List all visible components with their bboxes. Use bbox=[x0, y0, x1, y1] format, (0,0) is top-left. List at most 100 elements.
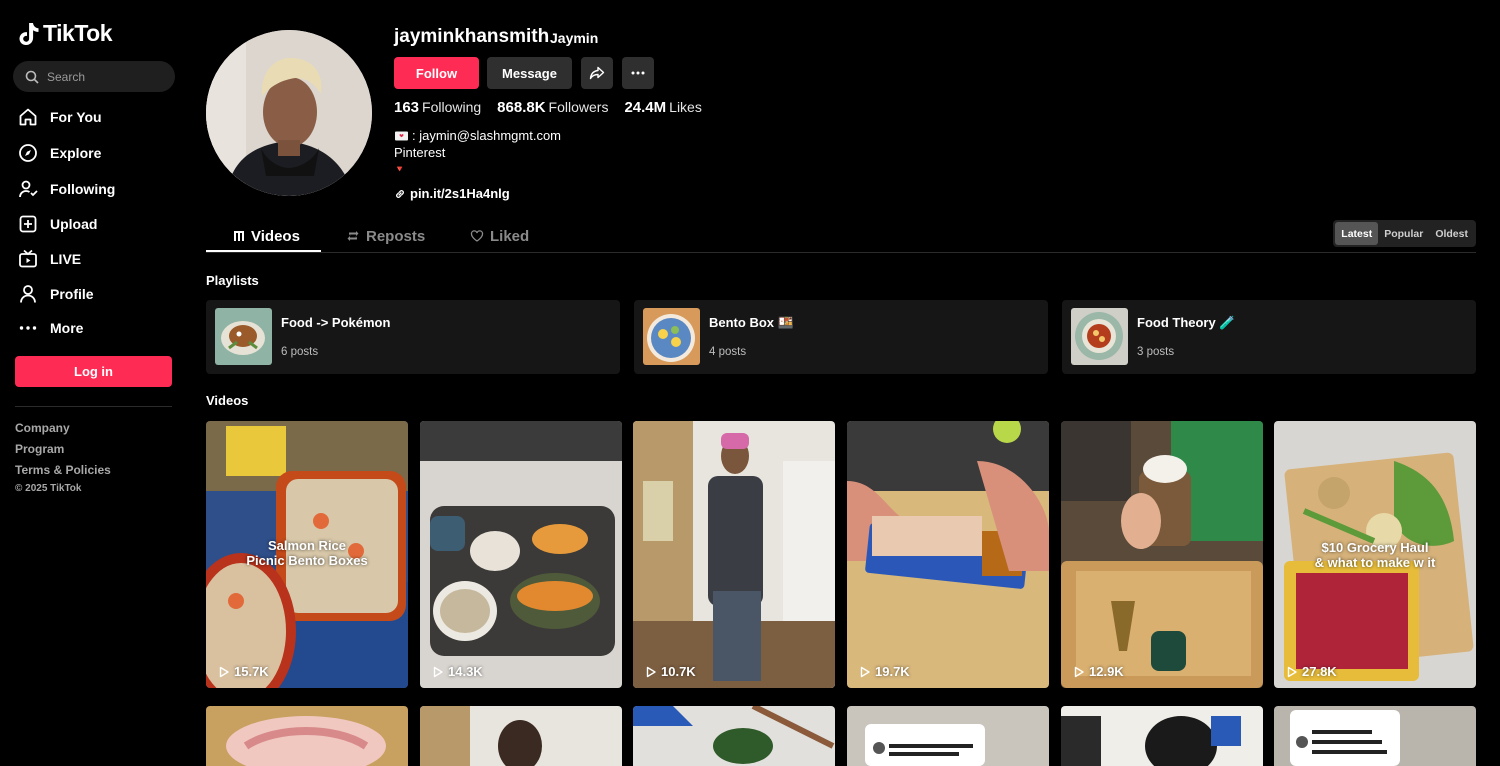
footer-link-company[interactable]: Company bbox=[15, 421, 111, 442]
video-card[interactable] bbox=[847, 706, 1049, 766]
tab-label: Liked bbox=[490, 227, 530, 245]
sidebar-item-more[interactable]: More bbox=[18, 315, 178, 341]
dots-icon bbox=[19, 326, 37, 330]
caption-line: $10 Grocery Haul bbox=[1321, 540, 1429, 555]
login-button[interactable]: Log in bbox=[15, 356, 172, 387]
user-follow-icon bbox=[19, 180, 38, 198]
view-count: 27.8K bbox=[1286, 664, 1337, 679]
message-button[interactable]: Message bbox=[487, 57, 572, 89]
video-thumbnail bbox=[847, 706, 1049, 766]
playlist-thumbnail bbox=[215, 308, 272, 365]
profile-bio: : jaymin@slashmgmt.com Pinterest 🔻 bbox=[394, 127, 561, 178]
video-card[interactable] bbox=[1061, 706, 1263, 766]
view-count: 10.7K bbox=[645, 664, 696, 679]
followers-count: 868.8K bbox=[497, 99, 546, 116]
tab-videos[interactable]: Videos bbox=[233, 220, 300, 252]
profile-link[interactable]: pin.it/2s1Ha4nlg bbox=[394, 186, 510, 201]
playlist-count: 3 posts bbox=[1137, 346, 1175, 358]
search-input[interactable] bbox=[47, 69, 157, 84]
search-icon bbox=[25, 70, 39, 84]
more-options-button[interactable] bbox=[622, 57, 654, 89]
love-letter-icon bbox=[395, 131, 408, 140]
search-box[interactable] bbox=[13, 61, 175, 92]
sort-latest[interactable]: Latest bbox=[1335, 222, 1379, 245]
footer-link-terms[interactable]: Terms & Policies bbox=[15, 463, 111, 484]
share-icon bbox=[589, 66, 605, 80]
video-card[interactable]: $10 Grocery Haul & what to make w it 27.… bbox=[1274, 421, 1476, 688]
video-card[interactable] bbox=[1274, 706, 1476, 766]
sort-popular[interactable]: Popular bbox=[1378, 222, 1429, 245]
footer-link-program[interactable]: Program bbox=[15, 442, 111, 463]
video-card[interactable]: 14.3K bbox=[420, 421, 622, 688]
play-icon bbox=[433, 666, 443, 677]
profile-username: jayminkhansmith bbox=[394, 26, 550, 47]
share-button[interactable] bbox=[581, 57, 613, 89]
video-thumbnail bbox=[420, 421, 622, 688]
sidebar-item-following[interactable]: Following bbox=[18, 176, 178, 202]
caption-line: Salmon Rice bbox=[267, 538, 347, 553]
tiktok-note-icon bbox=[19, 22, 39, 45]
following-count: 163 bbox=[394, 99, 420, 116]
sidebar-item-label: More bbox=[50, 320, 84, 336]
play-icon bbox=[219, 666, 229, 677]
sidebar-divider bbox=[15, 406, 172, 407]
following-stat[interactable]: 163 Following bbox=[394, 99, 481, 116]
home-icon bbox=[19, 108, 37, 126]
play-icon bbox=[1074, 666, 1084, 677]
sidebar-item-profile[interactable]: Profile bbox=[18, 281, 178, 307]
sidebar-item-upload[interactable]: Upload bbox=[18, 211, 178, 237]
video-card[interactable] bbox=[633, 706, 835, 766]
view-count-value: 15.7K bbox=[234, 664, 269, 679]
sort-toggle: Latest Popular Oldest bbox=[1333, 220, 1476, 247]
repost-icon bbox=[347, 231, 359, 241]
bio-line: Pinterest bbox=[394, 145, 446, 160]
sidebar-item-label: Explore bbox=[50, 145, 102, 161]
profile-stats: 163 Following 868.8K Followers 24.4M Likes bbox=[394, 99, 702, 116]
heart-lock-icon bbox=[470, 230, 484, 242]
following-label: Following bbox=[422, 99, 482, 115]
followers-label: Followers bbox=[548, 99, 609, 115]
playlist-card[interactable]: Food -> Pokémon 6 posts bbox=[206, 300, 620, 374]
compass-icon bbox=[19, 144, 37, 162]
playlist-card[interactable]: Food Theory 🧪 3 posts bbox=[1062, 300, 1476, 374]
videos-heading: Videos bbox=[206, 393, 249, 408]
video-card[interactable] bbox=[206, 706, 408, 766]
view-count: 15.7K bbox=[218, 664, 269, 679]
sidebar-item-explore[interactable]: Explore bbox=[18, 140, 178, 166]
bio-line: 🔻 bbox=[394, 161, 561, 178]
video-thumbnail bbox=[1274, 706, 1476, 766]
video-card[interactable]: 10.7K bbox=[633, 421, 835, 688]
video-caption: Salmon Rice Picnic Bento Boxes bbox=[206, 538, 408, 568]
play-icon bbox=[646, 666, 656, 677]
video-card[interactable]: Salmon Rice Picnic Bento Boxes 15.7K bbox=[206, 421, 408, 688]
playlist-thumbnail bbox=[643, 308, 700, 365]
playlist-card[interactable]: Bento Box 🍱 4 posts bbox=[634, 300, 1048, 374]
play-icon bbox=[860, 666, 870, 677]
sidebar-item-label: Profile bbox=[50, 286, 94, 302]
view-count: 19.7K bbox=[859, 664, 910, 679]
view-count-value: 10.7K bbox=[661, 664, 696, 679]
tab-label: Reposts bbox=[366, 227, 426, 245]
profile-link-text: pin.it/2s1Ha4nlg bbox=[410, 186, 510, 201]
followers-stat[interactable]: 868.8K Followers bbox=[497, 99, 608, 116]
plus-square-icon bbox=[19, 215, 37, 233]
video-card[interactable]: 12.9K bbox=[1061, 421, 1263, 688]
avatar bbox=[206, 30, 372, 196]
sidebar-item-live[interactable]: LIVE bbox=[18, 246, 178, 272]
sort-oldest[interactable]: Oldest bbox=[1429, 222, 1474, 245]
tiktok-logo[interactable]: TikTok bbox=[18, 20, 113, 47]
tab-label: Videos bbox=[251, 227, 300, 245]
video-thumbnail bbox=[1061, 421, 1263, 688]
playlist-name: Food -> Pokémon bbox=[281, 315, 391, 330]
sidebar-item-label: Upload bbox=[50, 216, 98, 232]
profile-tabs: Videos Reposts Liked Latest Popular Olde… bbox=[206, 220, 1476, 253]
tab-liked[interactable]: Liked bbox=[470, 220, 529, 252]
video-card[interactable]: 19.7K bbox=[847, 421, 1049, 688]
tab-reposts[interactable]: Reposts bbox=[346, 220, 425, 252]
video-card[interactable] bbox=[420, 706, 622, 766]
video-thumbnail bbox=[633, 706, 835, 766]
view-count: 12.9K bbox=[1073, 664, 1124, 679]
follow-button[interactable]: Follow bbox=[394, 57, 479, 89]
sidebar-item-for-you[interactable]: For You bbox=[18, 104, 178, 130]
view-count: 14.3K bbox=[432, 664, 483, 679]
